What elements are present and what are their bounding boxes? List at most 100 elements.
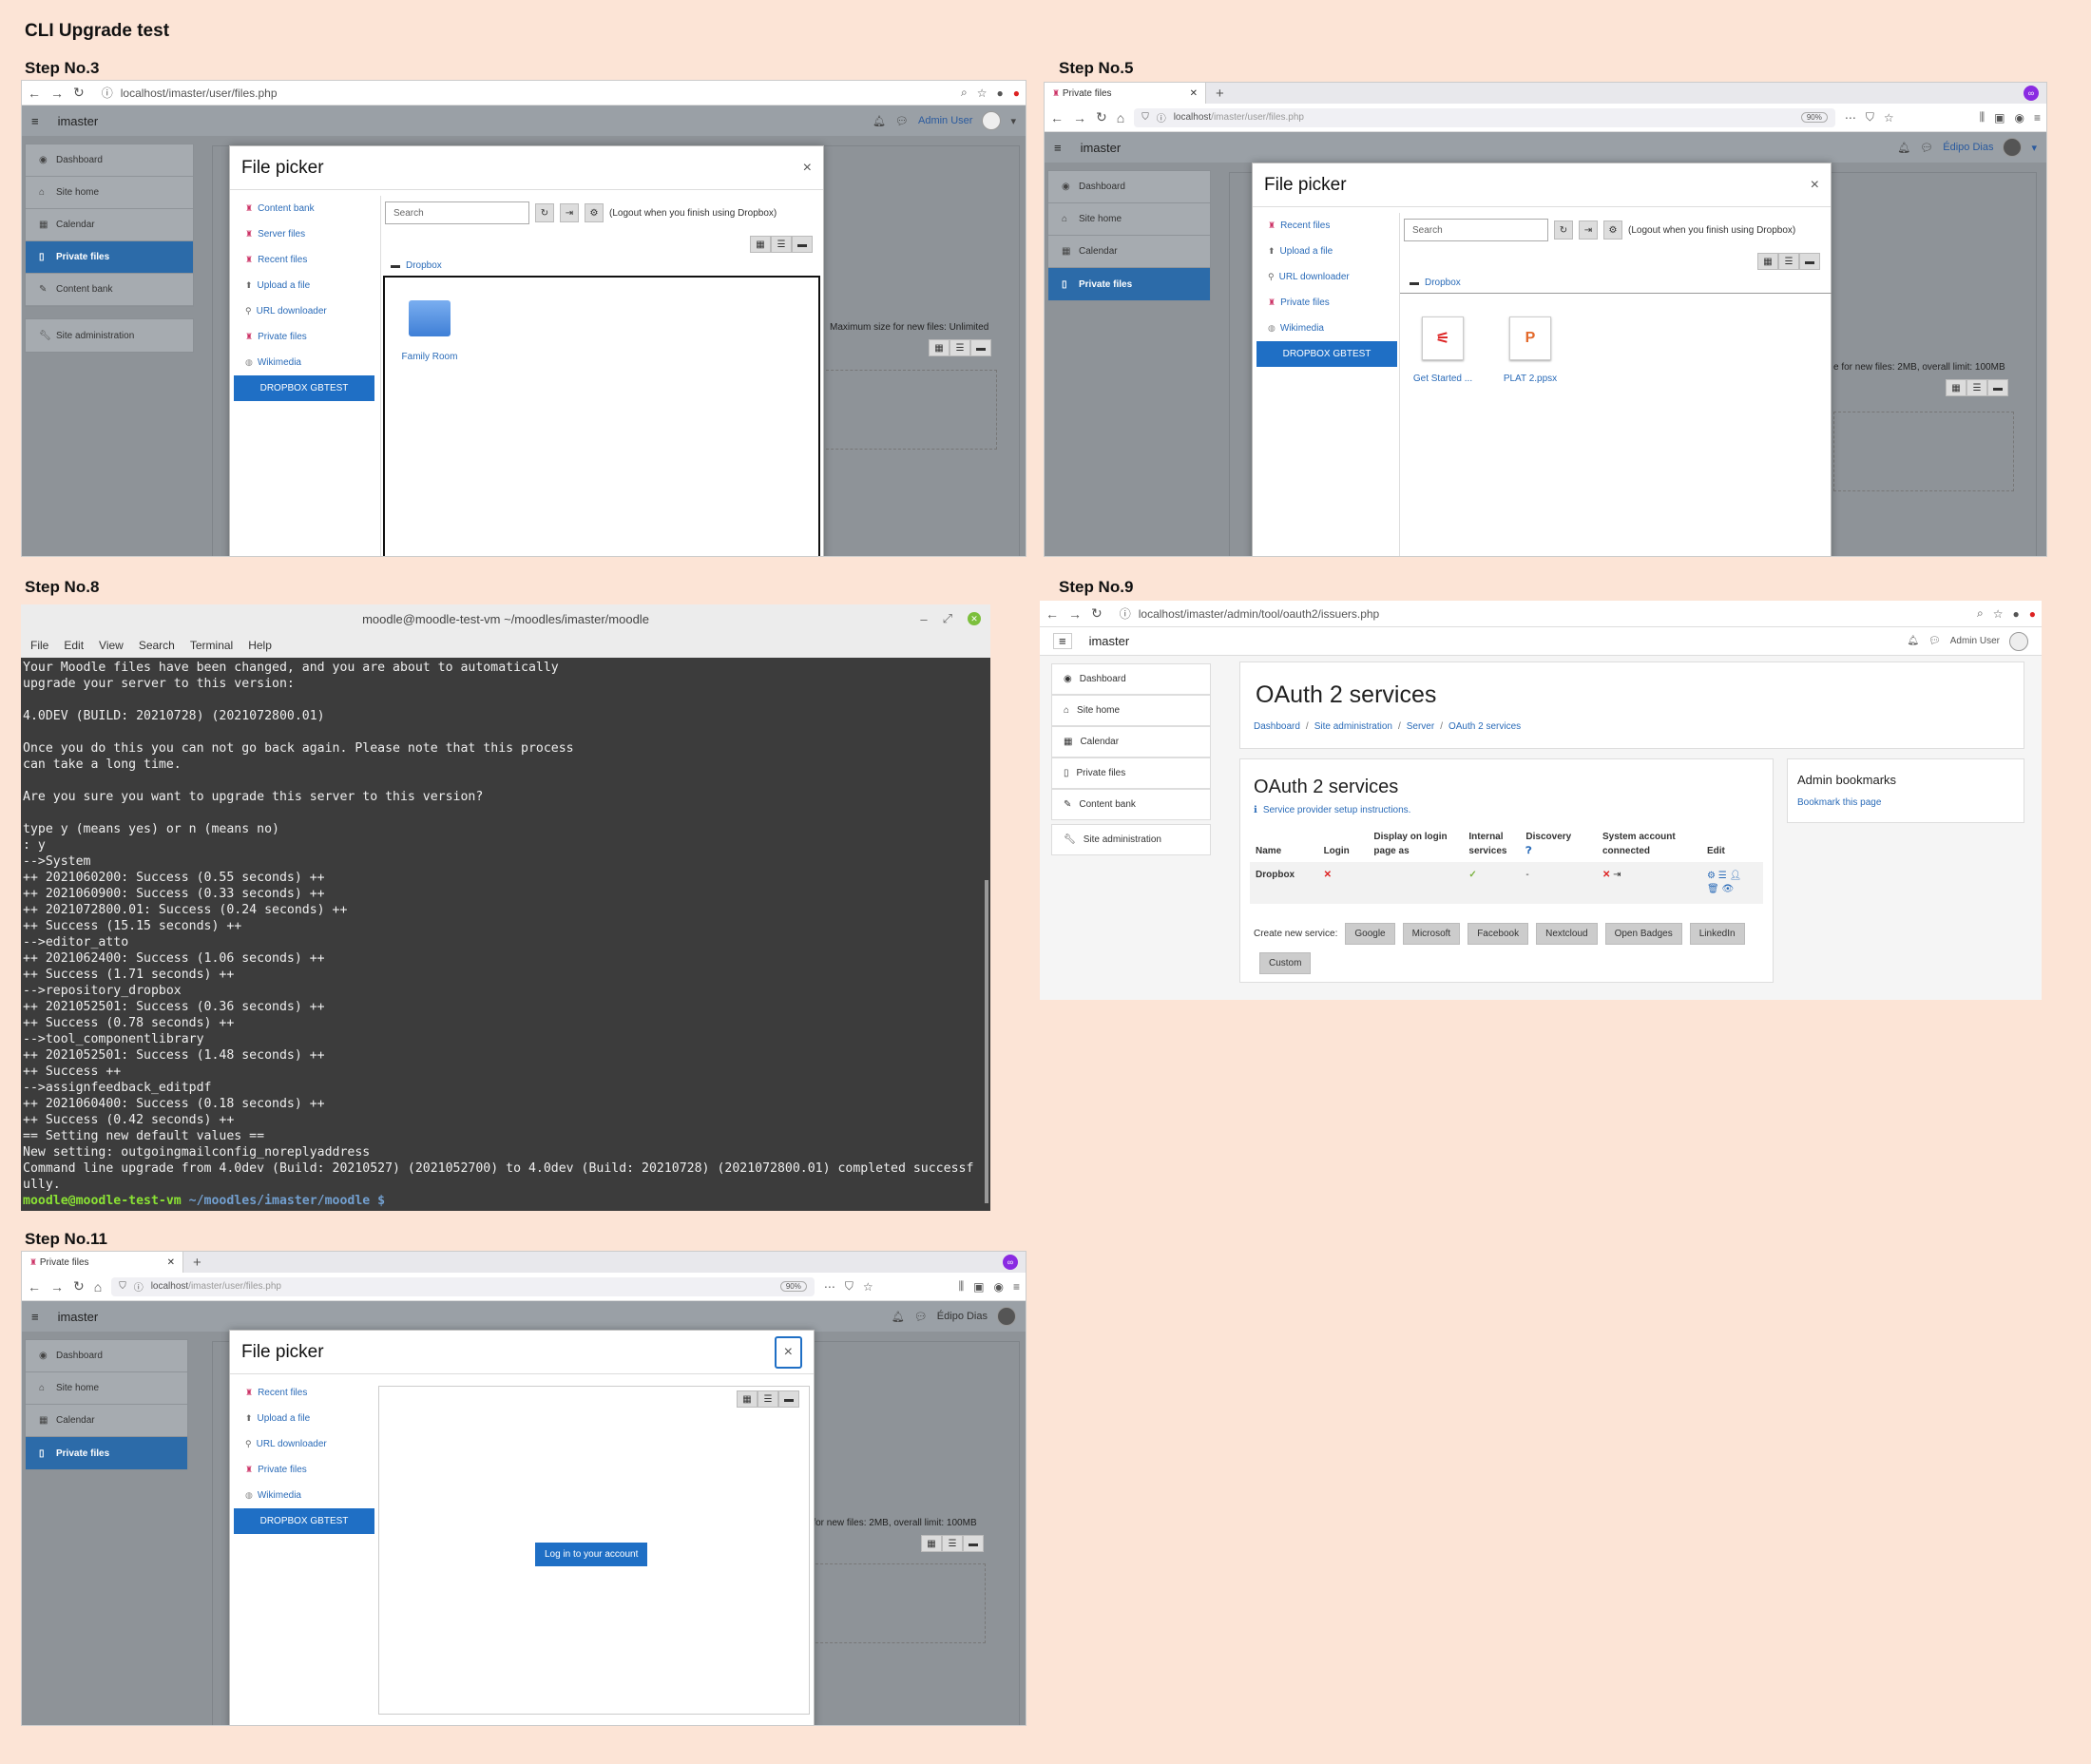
library-icon[interactable]: ⫼ (959, 1279, 965, 1294)
back-icon[interactable]: ← (28, 86, 41, 101)
account-icon[interactable]: ◉ (994, 1280, 1004, 1294)
close-tab-icon[interactable]: ✕ (167, 1257, 175, 1268)
user-icon[interactable]: 👤︎ (1730, 871, 1742, 881)
tab-private-files[interactable]: ♜ Private files ✕ (1045, 83, 1206, 104)
nav-site-home[interactable]: ⌂ Site home (1048, 203, 1210, 236)
repo-dropbox[interactable]: DROPBOX GBTEST (234, 375, 374, 401)
icon-view-icon[interactable]: ▦ (737, 1390, 758, 1408)
terminal-menu-item[interactable]: Terminal (190, 639, 233, 652)
nav-private-files[interactable]: ▯ Private files (26, 241, 193, 274)
site-name[interactable]: imaster (58, 1310, 99, 1324)
account-icon[interactable]: ● (2013, 607, 2020, 621)
nav-private-files[interactable]: ▯ Private files (1051, 757, 1211, 789)
list-icon[interactable]: ☰ (1718, 871, 1727, 881)
site-name[interactable]: imaster (1081, 141, 1122, 155)
bell-icon[interactable]: 🔔︎ (892, 1311, 905, 1323)
menu-icon[interactable]: ≡ (1054, 141, 1062, 155)
zoom-badge[interactable]: 90% (1800, 112, 1828, 123)
star-icon[interactable]: ☆ (977, 86, 988, 100)
star-icon[interactable]: ☆ (1884, 111, 1894, 125)
forward-icon[interactable]: → (1073, 110, 1086, 125)
chat-icon[interactable]: 💬︎ (1920, 142, 1933, 154)
caret-down-icon[interactable]: ▾ (2031, 142, 2037, 154)
nav-site-admin[interactable]: 🔧︎ Site administration (1051, 824, 1211, 855)
repo-private-files[interactable]: ♜ Private files (234, 324, 374, 350)
repo-upload[interactable]: ⬆ Upload a file (234, 273, 374, 298)
list-view-icon[interactable]: ☰ (758, 1390, 778, 1408)
account-icon[interactable]: ◉ (2015, 111, 2024, 125)
folder-item[interactable]: Family Room (396, 300, 463, 362)
repo-wikimedia[interactable]: ◍ Wikimedia (234, 1483, 374, 1508)
folder-view-icon[interactable]: ▬ (1987, 379, 2008, 396)
refresh-icon[interactable]: ↻ (1554, 220, 1573, 240)
scrollbar[interactable] (985, 880, 988, 1203)
menu-icon[interactable]: ≡ (1013, 1280, 1020, 1294)
drop-zone[interactable] (1833, 412, 2014, 491)
menu-icon[interactable]: ≡ (1053, 633, 1072, 649)
close-icon[interactable]: × (803, 160, 812, 177)
user-menu[interactable]: Admin User (918, 115, 972, 126)
reload-icon[interactable]: ↻ (73, 1278, 85, 1294)
crumb-dashboard[interactable]: Dashboard (1254, 721, 1300, 732)
repo-wikimedia[interactable]: ◍ Wikimedia (234, 350, 374, 375)
repo-url-downloader[interactable]: ⚲ URL downloader (234, 1431, 374, 1457)
repo-recent-files[interactable]: ♜ Recent files (234, 247, 374, 273)
library-icon[interactable]: ⫼ (1980, 110, 1985, 125)
nav-calendar[interactable]: ▦ Calendar (1048, 236, 1210, 268)
back-icon[interactable]: ← (1046, 606, 1059, 622)
forward-icon[interactable]: → (50, 86, 64, 101)
nav-calendar[interactable]: ▦ Calendar (1051, 726, 1211, 757)
nav-content-bank[interactable]: ✎ Content bank (1051, 789, 1211, 820)
chat-icon[interactable]: 💬︎ (1928, 636, 1941, 646)
repo-server-files[interactable]: ♜ Server files (234, 221, 374, 247)
new-tab-icon[interactable]: + (1206, 86, 1234, 102)
home-icon[interactable]: ⌂ (1117, 110, 1124, 125)
close-icon[interactable]: × (1811, 177, 1819, 194)
close-tab-icon[interactable]: ✕ (1190, 88, 1198, 99)
zoom-icon[interactable]: ⌕ (961, 86, 968, 100)
login-button[interactable]: Log in to your account (535, 1543, 648, 1566)
site-name[interactable]: imaster (1089, 634, 1130, 648)
avatar[interactable] (997, 1307, 1016, 1326)
caret-down-icon[interactable]: ▾ (1010, 115, 1016, 127)
google-button[interactable]: Google (1345, 923, 1395, 945)
close-icon[interactable]: ✕ (968, 612, 981, 625)
reload-icon[interactable]: ↻ (1091, 605, 1103, 622)
trash-icon[interactable]: 🗑︎ (1707, 884, 1719, 894)
star-icon[interactable]: ☆ (863, 1280, 873, 1294)
repo-upload[interactable]: ⬆ Upload a file (1257, 239, 1397, 264)
bell-icon[interactable]: 🔔︎ (1897, 142, 1910, 154)
sidebar-icon[interactable]: ▣ (973, 1280, 984, 1294)
user-menu[interactable]: Édipo Dias (1943, 142, 1993, 153)
minimize-icon[interactable]: – (920, 612, 927, 626)
file-item[interactable]: ⚟ Get Started ... (1408, 316, 1478, 384)
terminal-output[interactable]: Your Moodle files have been changed, and… (21, 658, 990, 1211)
avatar[interactable] (2003, 138, 2023, 157)
bell-icon[interactable]: 🔔︎ (1907, 636, 1919, 646)
site-name[interactable]: imaster (58, 114, 99, 128)
linkedin-button[interactable]: LinkedIn (1689, 923, 1745, 945)
repo-wikimedia[interactable]: ◍ Wikimedia (1257, 316, 1397, 341)
address-bar[interactable]: ⓘ localhost/imaster/user/files.php (94, 84, 951, 103)
address-bar[interactable]: ⛉ ⓘ localhost/imaster/user/files.php 90% (111, 1276, 815, 1296)
user-menu[interactable]: Admin User (1950, 636, 2000, 646)
terminal-prompt[interactable]: moodle@moodle-test-vm ~/moodles/imaster/… (23, 1193, 988, 1209)
repo-recent-files[interactable]: ♜ Recent files (234, 1380, 374, 1406)
repo-url-downloader[interactable]: ⚲ URL downloader (234, 298, 374, 324)
back-icon[interactable]: ← (1050, 110, 1064, 125)
tab-private-files[interactable]: ♜ Private files ✕ (22, 1252, 183, 1273)
icon-view-icon[interactable]: ▦ (1757, 253, 1778, 270)
sidebar-icon[interactable]: ▣ (1994, 111, 2005, 125)
nav-dashboard[interactable]: ◉ Dashboard (26, 144, 193, 177)
address-bar[interactable]: ⓘ localhost/imaster/admin/tool/oauth2/is… (1112, 604, 1967, 623)
nav-content-bank[interactable]: ✎ Content bank (26, 274, 193, 306)
more-icon[interactable]: ⋯ (824, 1280, 835, 1294)
folder-view-icon[interactable]: ▬ (1799, 253, 1820, 270)
chat-icon[interactable]: 💬︎ (914, 1311, 928, 1323)
icon-view-icon[interactable]: ▦ (921, 1535, 942, 1552)
gear-icon[interactable]: ⚙ (1707, 871, 1716, 881)
nav-dashboard[interactable]: ◉ Dashboard (1051, 663, 1211, 695)
nav-dashboard[interactable]: ◉ Dashboard (26, 1340, 187, 1372)
drop-zone[interactable] (811, 1563, 986, 1643)
menu-icon[interactable]: ≡ (31, 1310, 39, 1324)
